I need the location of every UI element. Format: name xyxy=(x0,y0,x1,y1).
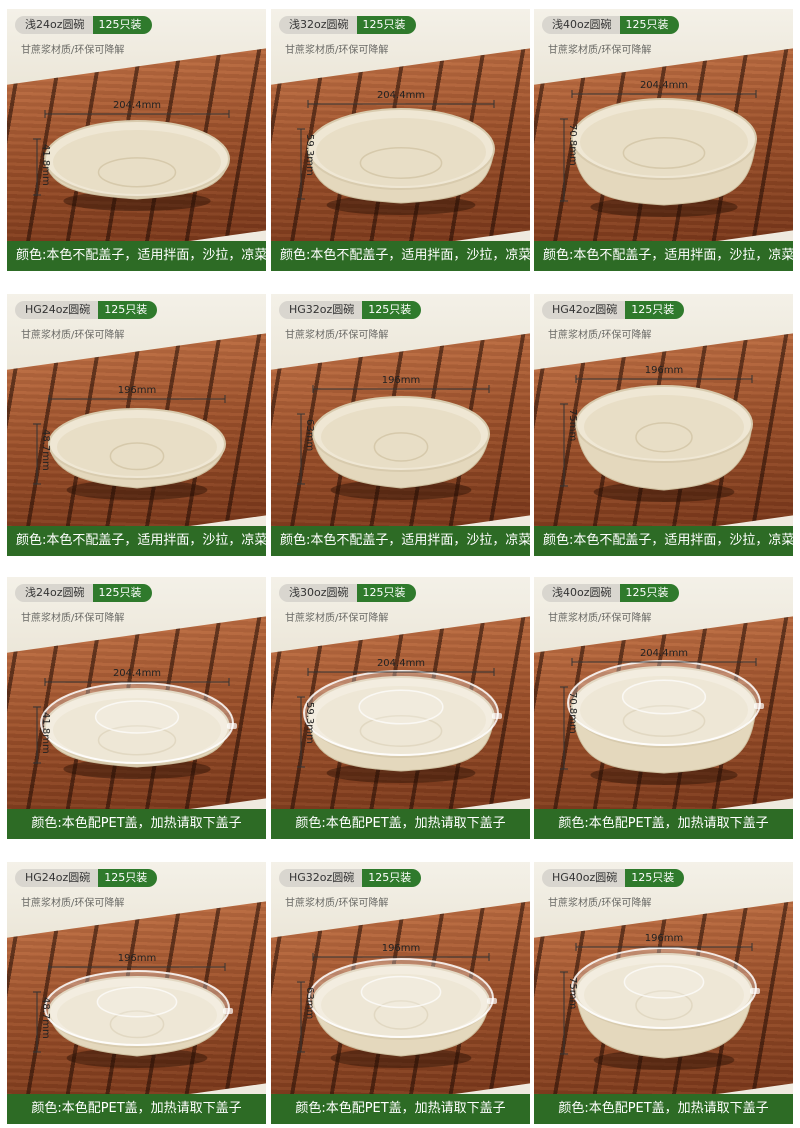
material-note: 甘蔗浆材质/环保可降解 xyxy=(548,45,652,56)
product-name: 浅32oz圆碗 xyxy=(279,16,357,34)
pack-count-badge: 125只装 xyxy=(356,16,416,34)
height-dimension-label: 59.3mm xyxy=(304,134,315,176)
pack-count-badge: 125只装 xyxy=(92,16,152,34)
product-tag: 浅30oz圆碗 125只装 xyxy=(279,584,416,602)
product-name: 浅24oz圆碗 xyxy=(15,584,93,602)
product-tag: HG32oz圆碗 125只装 xyxy=(279,301,422,319)
product-name: 浅24oz圆碗 xyxy=(15,16,93,34)
product-tag: 浅32oz圆碗 125只装 xyxy=(279,16,416,34)
pack-count-badge: 125只装 xyxy=(98,869,158,887)
color-usage-footer: 颜色:本色不配盖子，适用拌面，沙拉，凉菜 xyxy=(534,526,793,556)
color-usage-footer: 颜色:本色配PET盖，加热请取下盖子 xyxy=(534,1094,793,1124)
height-dimension-label: 63mm xyxy=(304,419,315,452)
height-dimension-label: 41.8mm xyxy=(40,144,51,186)
color-usage-footer: 颜色:本色不配盖子，适用拌面，沙拉，凉菜 xyxy=(271,241,530,271)
width-dimension-label: 196mm xyxy=(117,953,157,964)
color-usage-footer: 颜色:本色配PET盖，加热请取下盖子 xyxy=(271,1094,530,1124)
product-name: 浅40oz圆碗 xyxy=(542,16,620,34)
material-note: 甘蔗浆材质/环保可降解 xyxy=(21,45,125,56)
product-tag: HG42oz圆碗 125只装 xyxy=(542,301,685,319)
product-card[interactable]: 196mm 75mm HG42oz圆碗 125只装甘蔗浆材质/环保可降解颜色:本色不配… xyxy=(534,294,793,556)
width-dimension-label: 196mm xyxy=(644,933,684,944)
product-card[interactable]: 196mm 63mm HG32oz圆碗 125只装甘蔗浆材质/环保可降解颜色:本色不配… xyxy=(271,294,530,556)
color-usage-footer: 颜色:本色配PET盖，加热请取下盖子 xyxy=(7,1094,266,1124)
width-dimension-label: 204.4mm xyxy=(112,100,162,111)
width-dimension-label: 196mm xyxy=(381,375,421,386)
pack-count-badge: 125只装 xyxy=(362,869,422,887)
height-dimension-label: 48.7mm xyxy=(40,997,51,1039)
product-name: HG32oz圆碗 xyxy=(279,301,363,319)
product-card[interactable]: 204.4mm 59.3mm 浅32oz圆碗 125只装甘蔗浆材质/环保可降解颜色:本… xyxy=(271,9,530,271)
height-dimension-label: 70.8mm xyxy=(567,692,578,734)
product-card[interactable]: 204.4mm 70.8mm 浅40oz圆碗 125只装甘蔗浆材质/环保可降解颜色:本… xyxy=(534,9,793,271)
pack-count-badge: 125只装 xyxy=(92,584,152,602)
product-tag: 浅24oz圆碗 125只装 xyxy=(15,584,152,602)
product-card[interactable]: 196mm 63mm HG32oz圆碗 125只装甘蔗浆材质/环保可降解颜色:本色配P… xyxy=(271,862,530,1124)
product-name: 浅30oz圆碗 xyxy=(279,584,357,602)
product-grid: 204.4mm 41.8mm 浅24oz圆碗 125只装 甘蔗浆材质/环保可降解 颜色:本… xyxy=(0,0,800,1128)
material-note: 甘蔗浆材质/环保可降解 xyxy=(548,330,652,341)
pack-count-badge: 125只装 xyxy=(356,584,416,602)
width-dimension-label: 204.4mm xyxy=(112,668,162,679)
pack-count-badge: 125只装 xyxy=(619,16,679,34)
material-note: 甘蔗浆材质/环保可降解 xyxy=(285,898,389,909)
color-usage-footer: 颜色:本色配PET盖，加热请取下盖子 xyxy=(534,809,793,839)
product-name: HG32oz圆碗 xyxy=(279,869,363,887)
product-tag: 浅40oz圆碗 125只装 xyxy=(542,584,679,602)
width-dimension-label: 196mm xyxy=(644,365,684,376)
product-tag: 浅24oz圆碗 125只装 xyxy=(15,16,152,34)
height-dimension-label: 63mm xyxy=(304,987,315,1020)
product-tag: HG24oz圆碗 125只装 xyxy=(15,869,158,887)
height-dimension-label: 75mm xyxy=(567,409,578,442)
width-dimension-label: 204.4mm xyxy=(639,648,689,659)
material-note: 甘蔗浆材质/环保可降解 xyxy=(21,898,125,909)
product-card[interactable]: 196mm 48.7mm HG24oz圆碗 125只装甘蔗浆材质/环保可降解颜色:本色… xyxy=(7,294,266,556)
product-tag: 浅40oz圆碗 125只装 xyxy=(542,16,679,34)
pack-count-badge: 125只装 xyxy=(98,301,158,319)
product-tag: HG24oz圆碗 125只装 xyxy=(15,301,158,319)
color-usage-footer: 颜色:本色配PET盖，加热请取下盖子 xyxy=(7,809,266,839)
product-name: HG40oz圆碗 xyxy=(542,869,626,887)
material-note: 甘蔗浆材质/环保可降解 xyxy=(285,613,389,624)
material-note: 甘蔗浆材质/环保可降解 xyxy=(285,45,389,56)
product-tag: HG40oz圆碗 125只装 xyxy=(542,869,685,887)
product-card[interactable]: 204.4mm 41.8mm 浅24oz圆碗 125只装甘蔗浆材质/环保可降解颜色:本… xyxy=(7,9,266,271)
material-note: 甘蔗浆材质/环保可降解 xyxy=(548,898,652,909)
color-usage-footer: 颜色:本色不配盖子，适用拌面，沙拉，凉菜 xyxy=(271,526,530,556)
height-dimension-label: 59.3mm xyxy=(304,702,315,744)
material-note: 甘蔗浆材质/环保可降解 xyxy=(21,330,125,341)
width-dimension-label: 204.4mm xyxy=(376,90,426,101)
height-dimension-label: 70.8mm xyxy=(567,124,578,166)
pack-count-badge: 125只装 xyxy=(619,584,679,602)
color-usage-footer: 颜色:本色不配盖子，适用拌面，沙拉，凉菜 xyxy=(7,526,266,556)
width-dimension-label: 204.4mm xyxy=(639,80,689,91)
height-dimension-label: 75mm xyxy=(567,977,578,1010)
pack-count-badge: 125只装 xyxy=(625,869,685,887)
pack-count-badge: 125只装 xyxy=(625,301,685,319)
color-usage-footer: 颜色:本色不配盖子，适用拌面，沙拉，凉菜 xyxy=(534,241,793,271)
height-dimension-label: 41.8mm xyxy=(40,712,51,754)
product-card[interactable]: 204.4mm 59.3mm 浅30oz圆碗 125只装甘蔗浆材质/环保可降解颜色:本… xyxy=(271,577,530,839)
product-name: HG42oz圆碗 xyxy=(542,301,626,319)
width-dimension-label: 196mm xyxy=(117,385,157,396)
material-note: 甘蔗浆材质/环保可降解 xyxy=(548,613,652,624)
material-note: 甘蔗浆材质/环保可降解 xyxy=(285,330,389,341)
product-tag: HG32oz圆碗 125只装 xyxy=(279,869,422,887)
product-card[interactable]: 196mm 75mm HG40oz圆碗 125只装甘蔗浆材质/环保可降解颜色:本色配P… xyxy=(534,862,793,1124)
width-dimension-label: 196mm xyxy=(381,943,421,954)
pack-count-badge: 125只装 xyxy=(362,301,422,319)
color-usage-footer: 颜色:本色配PET盖，加热请取下盖子 xyxy=(271,809,530,839)
product-card[interactable]: 204.4mm 41.8mm 浅24oz圆碗 125只装甘蔗浆材质/环保可降解颜色:本… xyxy=(7,577,266,839)
product-name: 浅40oz圆碗 xyxy=(542,584,620,602)
product-name: HG24oz圆碗 xyxy=(15,301,99,319)
material-note: 甘蔗浆材质/环保可降解 xyxy=(21,613,125,624)
height-dimension-label: 48.7mm xyxy=(40,429,51,471)
color-usage-footer: 颜色:本色不配盖子，适用拌面，沙拉，凉菜 xyxy=(7,241,266,271)
product-name: HG24oz圆碗 xyxy=(15,869,99,887)
width-dimension-label: 204.4mm xyxy=(376,658,426,669)
product-card[interactable]: 196mm 48.7mm HG24oz圆碗 125只装甘蔗浆材质/环保可降解颜色:本色… xyxy=(7,862,266,1124)
product-card[interactable]: 204.4mm 70.8mm 浅40oz圆碗 125只装甘蔗浆材质/环保可降解颜色:本… xyxy=(534,577,793,839)
